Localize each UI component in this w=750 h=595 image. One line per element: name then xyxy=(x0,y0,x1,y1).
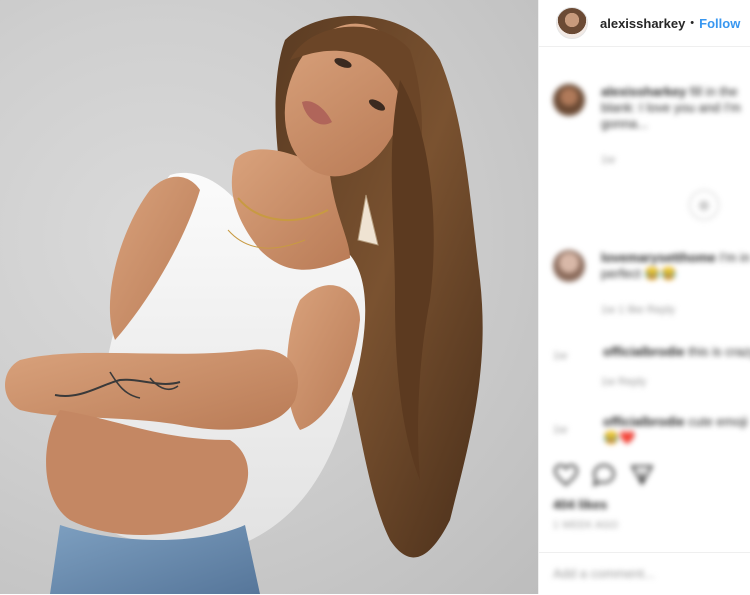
comment-icon[interactable] xyxy=(591,462,617,488)
post-header: alexissharkey • Follow xyxy=(539,0,750,47)
reply-meta: 1w Reply xyxy=(601,376,647,388)
comment-text: lovemarysetthome I'm in perfect 😂😂 xyxy=(601,250,750,282)
likes-count[interactable]: 404 likes xyxy=(553,497,607,512)
heart-icon[interactable] xyxy=(553,462,579,488)
comment-item: alexissharkey fill in the blank: I love … xyxy=(553,84,750,132)
separator-dot: • xyxy=(690,17,695,29)
load-more-icon[interactable]: ⊕ xyxy=(689,190,719,220)
commenter-avatar[interactable] xyxy=(553,250,585,282)
comment-username[interactable]: alexissharkey xyxy=(601,84,686,99)
follow-button[interactable]: Follow xyxy=(699,16,740,31)
post-sidebar: alexissharkey • Follow alexissharkey fil… xyxy=(538,0,750,594)
commenter-avatar[interactable] xyxy=(553,84,585,116)
reply-time: 1w xyxy=(553,424,568,436)
profile-avatar[interactable] xyxy=(556,7,588,39)
reply-time: 1w xyxy=(553,350,568,362)
reply-body: this is crazy xyxy=(688,344,750,359)
post-date: 1 WEEK AGO xyxy=(553,520,619,531)
add-comment-input[interactable]: Add a comment... xyxy=(553,566,655,581)
username[interactable]: alexissharkey xyxy=(600,16,685,31)
comment-item: lovemarysetthome I'm in perfect 😂😂 xyxy=(553,250,750,282)
reply-username[interactable]: officialbrodie xyxy=(603,344,685,359)
reply-username[interactable]: officialbrodie xyxy=(603,414,685,429)
reply-text: officialbrodie this is crazy xyxy=(603,344,750,360)
reply-text: officialbrodie cute emoji 😂❤️ xyxy=(603,414,750,446)
action-bar xyxy=(553,462,655,488)
comment-meta: 1w 1 like Reply xyxy=(601,304,675,316)
post-photo[interactable] xyxy=(0,0,538,594)
photo-illustration xyxy=(5,15,483,594)
comment-meta: 1w xyxy=(601,154,616,166)
comment-username[interactable]: lovemarysetthome xyxy=(601,250,716,265)
comment-text: alexissharkey fill in the blank: I love … xyxy=(601,84,750,132)
share-icon[interactable] xyxy=(629,462,655,488)
add-comment-bar: Add a comment... xyxy=(539,552,750,595)
